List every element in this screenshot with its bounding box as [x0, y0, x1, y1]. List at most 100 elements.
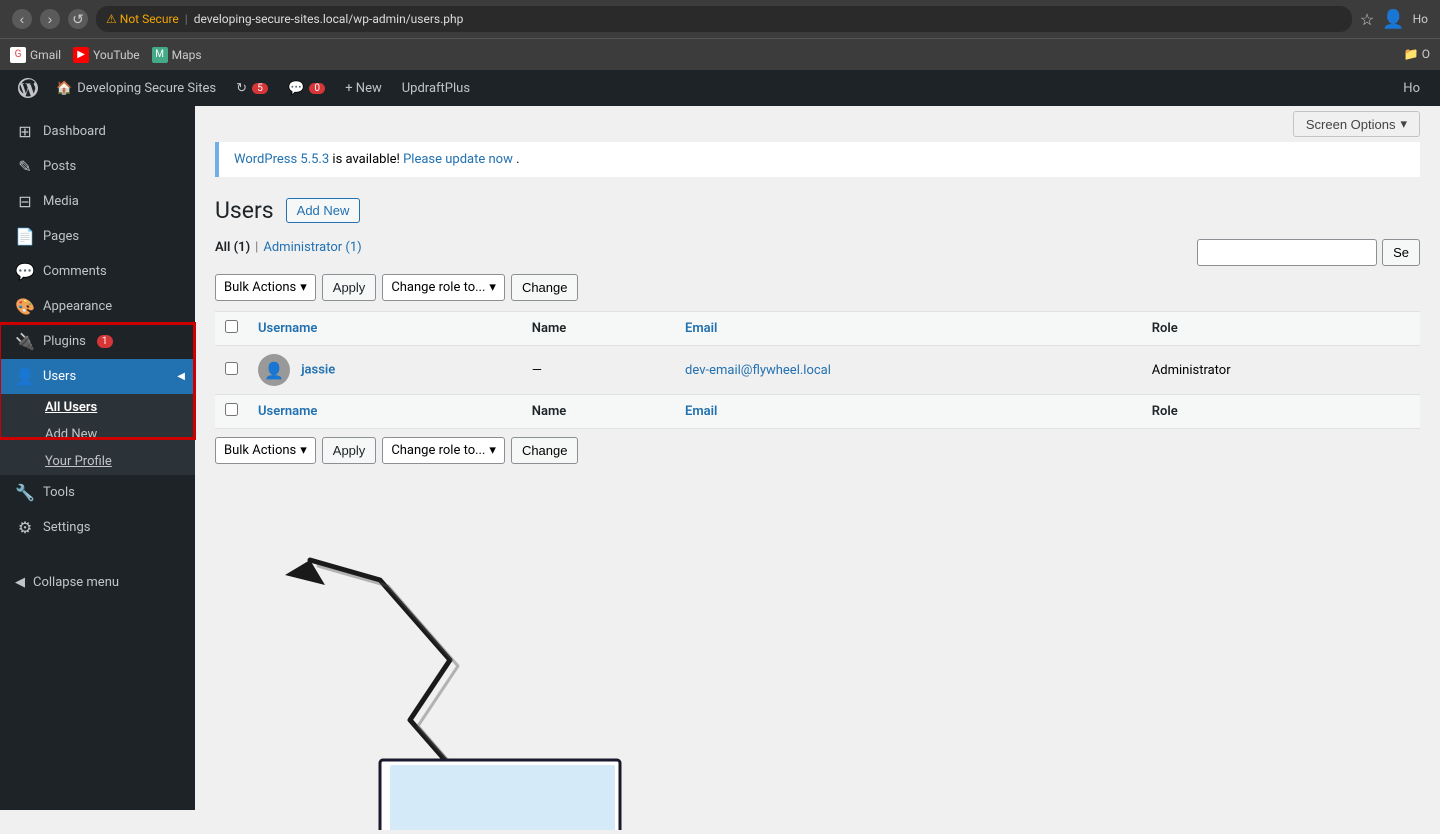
username-link[interactable]: jassie: [301, 362, 335, 377]
table-footer-header-row: Username Name Email Role: [215, 395, 1420, 429]
profile-icon[interactable]: 👤: [1382, 9, 1404, 30]
updates-icon: ↻: [236, 81, 247, 96]
submenu-your-profile[interactable]: Your Profile: [0, 448, 195, 475]
sidebar-item-plugins[interactable]: 🔌 Plugins 1: [0, 324, 195, 359]
apply-button-bottom[interactable]: Apply: [322, 437, 377, 464]
change-button-top[interactable]: Change: [511, 274, 579, 301]
warning-icon: ⚠: [106, 12, 117, 26]
submenu-add-new[interactable]: Add New: [0, 421, 195, 448]
table-controls-top: Bulk Actions ▾ Apply Change role to... ▾…: [215, 274, 1420, 301]
apply-button-top[interactable]: Apply: [322, 274, 377, 301]
screen-options-bar: Screen Options ▾: [195, 106, 1440, 142]
add-new-label: Add New: [45, 427, 97, 442]
filter-all[interactable]: All (1): [215, 240, 250, 255]
user-email-link[interactable]: dev-email@flywheel.local: [685, 363, 831, 378]
forward-button[interactable]: ›: [40, 9, 60, 29]
sidebar-label-plugins: Plugins: [43, 334, 86, 349]
separator: |: [185, 12, 188, 26]
tfoot-checkbox: [215, 395, 248, 429]
bulk-actions-select-bottom[interactable]: Bulk Actions ▾: [215, 437, 316, 464]
update-period: .: [516, 152, 519, 167]
wp-version-link[interactable]: WordPress 5.5.3: [234, 152, 329, 167]
add-new-button[interactable]: Add New: [286, 198, 361, 223]
sidebar-item-appearance[interactable]: 🎨 Appearance: [0, 289, 195, 324]
name-header: Name: [532, 321, 566, 336]
screen-options-button[interactable]: Screen Options ▾: [1293, 111, 1420, 137]
tfoot-username[interactable]: Username: [248, 395, 522, 429]
admin-bar-comments[interactable]: 💬 0: [278, 70, 335, 106]
select-all-checkbox[interactable]: [225, 320, 238, 333]
sidebar-item-posts[interactable]: ✎ Posts: [0, 149, 195, 184]
select-all-footer-checkbox[interactable]: [225, 403, 238, 416]
maps-icon: M: [152, 47, 168, 63]
your-profile-label: Your Profile: [45, 454, 112, 469]
sidebar-item-dashboard[interactable]: ⊞ Dashboard: [0, 114, 195, 149]
wp-layout: ⊞ Dashboard ✎ Posts ⊟ Media 📄 Pages 💬 Co…: [0, 106, 1440, 810]
howdy-label: Ho: [1393, 81, 1430, 96]
row-email: dev-email@flywheel.local: [675, 346, 1142, 395]
bookmark-maps[interactable]: M Maps: [152, 47, 202, 63]
th-role: Role: [1142, 312, 1420, 346]
collapse-icon: ◀: [15, 575, 25, 590]
change-button-bottom[interactable]: Change: [511, 437, 579, 464]
bookmarks-bar: G Gmail ▶ YouTube M Maps 📁 O: [0, 38, 1440, 70]
change-role-select-bottom[interactable]: Change role to... ▾: [382, 437, 505, 464]
tools-icon: 🔧: [15, 483, 35, 502]
admin-bar-updates[interactable]: ↻ 5: [226, 70, 278, 106]
change-role-select-top[interactable]: Change role to... ▾: [382, 274, 505, 301]
sidebar-label-media: Media: [43, 194, 79, 209]
admin-bar-updraftplus[interactable]: UpdraftPlus: [392, 70, 480, 106]
bulk-actions-label-top: Bulk Actions: [224, 280, 296, 295]
sidebar-item-settings[interactable]: ⚙ Settings: [0, 510, 195, 545]
th-email[interactable]: Email: [675, 312, 1142, 346]
change-role-label-top: Change role to...: [391, 280, 485, 295]
sidebar-item-users[interactable]: 👤 Users ◀: [0, 359, 195, 394]
sidebar-label-dashboard: Dashboard: [43, 124, 106, 139]
sidebar-item-pages[interactable]: 📄 Pages: [0, 219, 195, 254]
th-username[interactable]: Username: [248, 312, 522, 346]
search-users-button[interactable]: Se: [1382, 239, 1420, 266]
username-header: Username: [258, 321, 317, 336]
posts-icon: ✎: [15, 157, 35, 176]
bulk-actions-chevron-bottom: ▾: [300, 443, 307, 458]
users-icon: 👤: [15, 367, 35, 386]
row-checkbox: [215, 346, 248, 395]
update-message: is available!: [332, 152, 403, 167]
bookmark-gmail[interactable]: G Gmail: [10, 47, 61, 63]
sidebar-item-tools[interactable]: 🔧 Tools: [0, 475, 195, 510]
update-notice: WordPress 5.5.3 is available! Please upd…: [215, 142, 1420, 177]
back-button[interactable]: ‹: [12, 9, 32, 29]
sidebar-label-appearance: Appearance: [43, 299, 112, 314]
bulk-actions-select-top[interactable]: Bulk Actions ▾: [215, 274, 316, 301]
collapse-menu[interactable]: ◀ Collapse menu: [0, 565, 195, 600]
user-checkbox[interactable]: [225, 362, 238, 375]
submenu-all-users[interactable]: All Users: [0, 394, 195, 421]
address-bar[interactable]: ⚠ Not Secure | developing-secure-sites.l…: [96, 6, 1352, 32]
tfoot-email[interactable]: Email: [675, 395, 1142, 429]
admin-bar-site-name: Developing Secure Sites: [77, 81, 216, 96]
filter-administrator[interactable]: Administrator (1): [263, 240, 361, 255]
comments-count: 0: [309, 83, 325, 94]
search-users-input[interactable]: [1197, 239, 1377, 266]
tfoot-name: Name: [522, 395, 675, 429]
admin-bar-new[interactable]: + New: [335, 70, 392, 106]
user-role: Administrator: [1152, 363, 1231, 378]
collapse-label: Collapse menu: [33, 575, 119, 590]
sidebar-item-media[interactable]: ⊟ Media: [0, 184, 195, 219]
updates-count: 5: [252, 83, 268, 94]
reload-button[interactable]: ↺: [68, 9, 88, 29]
comments-nav-icon: 💬: [15, 262, 35, 281]
bookmark-icon[interactable]: ☆: [1360, 10, 1374, 29]
sidebar-item-comments[interactable]: 💬 Comments: [0, 254, 195, 289]
wp-logo[interactable]: [10, 70, 46, 106]
bulk-actions-chevron-top: ▾: [300, 280, 307, 295]
admin-bar-site[interactable]: 🏠 Developing Secure Sites: [46, 70, 226, 106]
table-controls-left: Bulk Actions ▾ Apply Change role to... ▾…: [215, 274, 578, 301]
page-title-row: Users Add New: [215, 197, 1420, 224]
update-now-link[interactable]: Please update now: [403, 152, 513, 167]
bookmark-youtube[interactable]: ▶ YouTube: [73, 47, 140, 63]
table-row: 👤 jassie — dev-email@flywheel.local Admi…: [215, 346, 1420, 395]
change-role-chevron-bottom: ▾: [489, 443, 496, 458]
drive-icon[interactable]: 📁 O: [1404, 47, 1430, 61]
users-table: Username Name Email Role: [215, 311, 1420, 429]
